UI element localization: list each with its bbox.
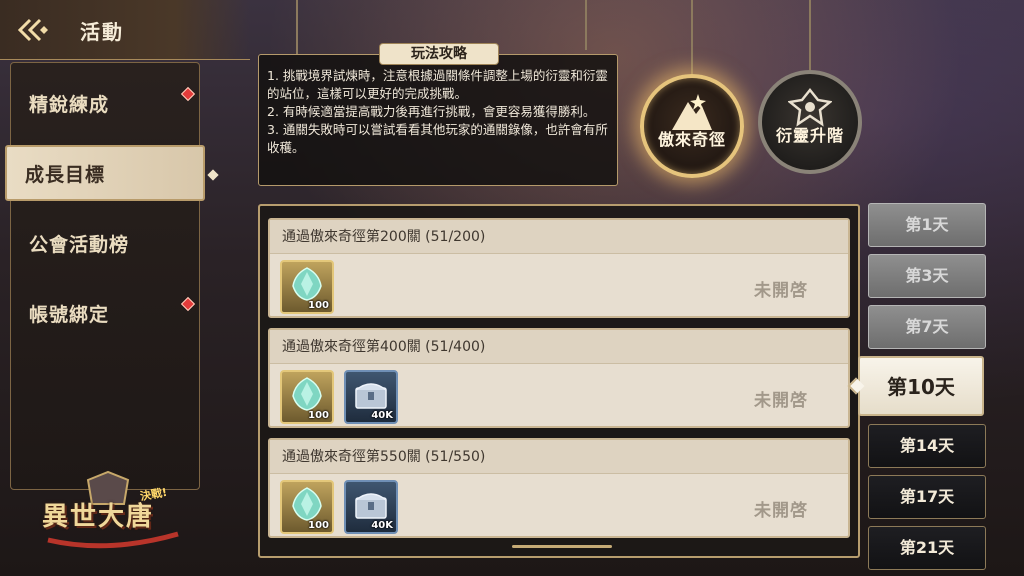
sidebar-item-elite-training[interactable]: 精銳練成 bbox=[11, 75, 201, 131]
jade-gem-icon bbox=[292, 487, 322, 521]
notification-badge bbox=[180, 296, 196, 312]
medallion-aolai-path[interactable]: 傲來奇徑 bbox=[640, 74, 744, 178]
page-title: 活動 bbox=[80, 20, 124, 44]
game-logo: 決戰! 異世大唐 bbox=[28, 470, 188, 554]
medallion-chain bbox=[809, 0, 811, 70]
reward-item[interactable]: 40K bbox=[344, 480, 398, 534]
jade-gem-icon bbox=[292, 377, 322, 411]
task-title: 通過傲來奇徑第550關 (51/550) bbox=[270, 440, 848, 474]
day-tab-label: 第10天 bbox=[887, 375, 955, 399]
day-tab-21[interactable]: 第21天 bbox=[868, 526, 986, 570]
task-card: 通過傲來奇徑第200關 (51/200) 100 未開啓 bbox=[268, 218, 850, 318]
day-tab-17[interactable]: 第17天 bbox=[868, 475, 986, 519]
reward-quantity: 100 bbox=[308, 410, 329, 421]
notification-badge bbox=[180, 86, 196, 102]
sidebar-item-account-binding[interactable]: 帳號綁定 bbox=[11, 285, 201, 341]
day-tab-3[interactable]: 第3天 bbox=[868, 254, 986, 298]
task-card: 通過傲來奇徑第400關 (51/400) 100 40K 未開啓 bbox=[268, 328, 850, 428]
reward-item[interactable]: 100 bbox=[280, 260, 334, 314]
silver-chest-icon bbox=[355, 383, 387, 409]
decor-chain bbox=[585, 0, 587, 50]
reward-quantity: 100 bbox=[308, 520, 329, 531]
reward-item[interactable]: 100 bbox=[280, 480, 334, 534]
task-title: 通過傲來奇徑第400關 (51/400) bbox=[270, 330, 848, 364]
guide-title: 玩法攻略 bbox=[379, 43, 499, 65]
task-status: 未開啓 bbox=[754, 501, 808, 521]
task-card: 通過傲來奇徑第550關 (51/550) 100 40K 未開啓 bbox=[268, 438, 850, 538]
scroll-indicator[interactable] bbox=[512, 545, 612, 548]
jade-gem-icon bbox=[292, 267, 322, 301]
medallion-chain bbox=[691, 0, 693, 74]
task-status: 未開啓 bbox=[754, 391, 808, 411]
sidebar: 精銳練成 成長目標 公會活動榜 帳號綁定 bbox=[5, 62, 219, 490]
reward-quantity: 100 bbox=[308, 300, 329, 311]
sidebar-item-label: 成長目標 bbox=[25, 163, 106, 186]
guide-line: 3. 通關失敗時可以嘗試看看其他玩家的通關錄像，也許會有所收穫。 bbox=[267, 122, 608, 155]
ornament-emblem-icon bbox=[788, 88, 832, 127]
guide-text[interactable]: 1. 挑戰境界試煉時，注意根據過關條件調整上場的衍靈和衍靈的站位，這樣可以更好的… bbox=[267, 67, 609, 181]
reward-quantity: 40K bbox=[371, 410, 393, 421]
sidebar-item-label: 精銳練成 bbox=[29, 93, 110, 116]
guide-line: 2. 有時候適當提高戰力後再進行挑戰，會更容易獲得勝利。 bbox=[267, 104, 596, 119]
sidebar-item-growth-goals[interactable]: 成長目標 bbox=[5, 145, 219, 201]
active-indicator-icon bbox=[207, 169, 219, 181]
sidebar-item-label: 帳號綁定 bbox=[29, 303, 110, 326]
reward-quantity: 40K bbox=[371, 520, 393, 531]
task-status: 未開啓 bbox=[754, 281, 808, 301]
guide-panel: 玩法攻略 1. 挑戰境界試煉時，注意根據過關條件調整上場的衍靈和衍靈的站位，這樣… bbox=[258, 43, 618, 186]
silver-chest-icon bbox=[355, 493, 387, 519]
mountain-peak-icon bbox=[672, 94, 712, 130]
day-tab-1[interactable]: 第1天 bbox=[868, 203, 986, 247]
task-title: 通過傲來奇徑第200關 (51/200) bbox=[270, 220, 848, 254]
day-tab-7[interactable]: 第7天 bbox=[868, 305, 986, 349]
reward-item[interactable]: 40K bbox=[344, 370, 398, 424]
day-tab-10[interactable]: 第10天 bbox=[847, 356, 984, 416]
reward-item[interactable]: 100 bbox=[280, 370, 334, 424]
back-arrow-icon bbox=[17, 18, 48, 42]
sidebar-item-label: 公會活動榜 bbox=[29, 233, 130, 256]
header-bar: 活動 bbox=[0, 0, 250, 60]
day-tab-14[interactable]: 第14天 bbox=[868, 424, 986, 468]
medallion-spirit-upgrade[interactable]: 衍靈升階 bbox=[758, 70, 862, 174]
guide-line: 1. 挑戰境界試煉時，注意根據過關條件調整上場的衍靈和衍靈的站位，這樣可以更好的… bbox=[267, 68, 608, 101]
back-button[interactable] bbox=[14, 14, 54, 46]
logo-text: 異世大唐 bbox=[42, 502, 155, 532]
sidebar-item-guild-ranking[interactable]: 公會活動榜 bbox=[11, 215, 201, 271]
decor-chain bbox=[296, 0, 298, 55]
